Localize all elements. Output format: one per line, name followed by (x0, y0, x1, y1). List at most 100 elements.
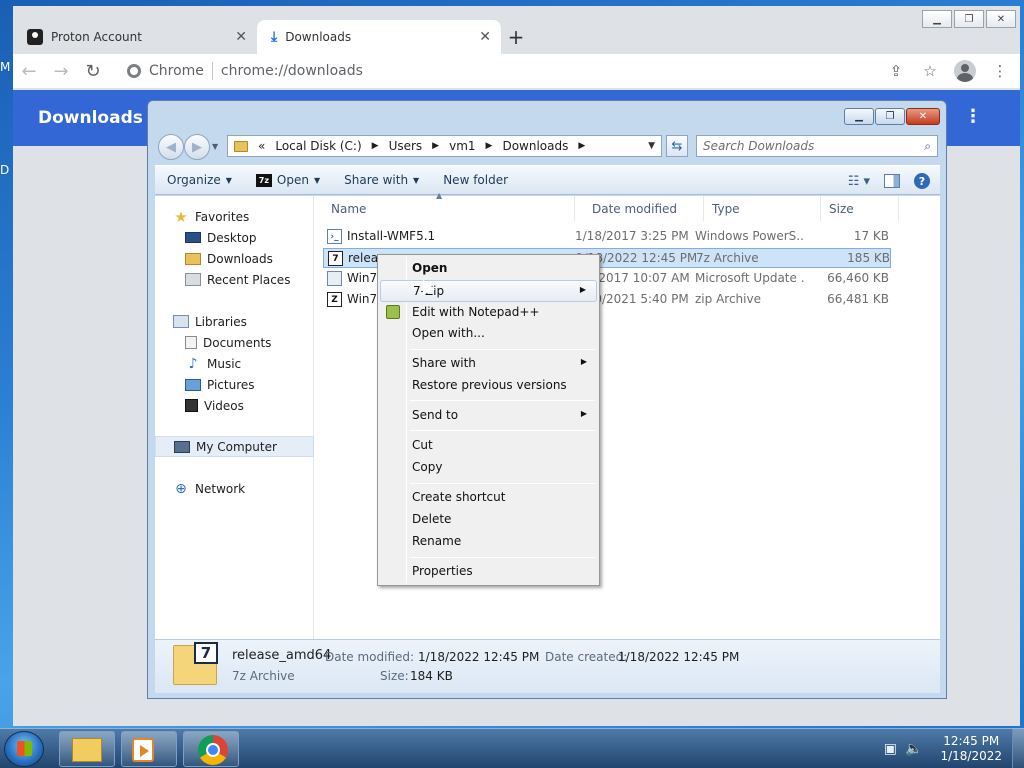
breadcrumb-users[interactable]: Users (389, 139, 423, 153)
nav-network[interactable]: ⊕ Network (155, 478, 314, 499)
taskbar-media-player-button[interactable] (121, 731, 177, 767)
taskbar: ▣ 🔈 12:45 PM 1/18/2022 (0, 728, 1024, 768)
nav-my-computer[interactable]: My Computer (155, 436, 314, 457)
overflow-chevron[interactable]: « (258, 139, 265, 153)
forward-button[interactable]: → (45, 57, 77, 85)
breadcrumb-downloads[interactable]: Downloads (502, 139, 568, 153)
show-desktop-button[interactable] (1012, 729, 1024, 768)
file-type: Microsoft Update ... (695, 271, 805, 285)
search-icon[interactable]: ⌕ (924, 139, 931, 154)
breadcrumb-local-disk[interactable]: Local Disk (C:) (275, 139, 361, 153)
menu-item-share-with[interactable]: Share with ▶ (380, 353, 597, 375)
menu-item-edit-notepad-plus-plus[interactable]: Edit with Notepad++ (380, 302, 597, 324)
chevron-down-icon: ▼ (413, 175, 420, 185)
new-folder-button[interactable]: New folder (431, 173, 520, 187)
menu-label: Copy (412, 460, 443, 474)
bookmark-star-icon[interactable]: ☆ (920, 61, 940, 81)
new-tab-button[interactable]: + (501, 20, 531, 54)
column-header-date[interactable]: Date modified (584, 196, 704, 221)
column-header-type[interactable]: Type (704, 196, 821, 221)
clock-time: 12:45 PM (943, 734, 1000, 748)
nav-downloads[interactable]: Downloads (155, 248, 314, 269)
profile-icon[interactable] (954, 60, 976, 82)
breadcrumb-arrow-icon[interactable]: ▶ (432, 141, 439, 151)
tab-downloads[interactable]: ⤓ Downloads ✕ (257, 20, 501, 54)
nav-pictures[interactable]: Pictures (155, 374, 314, 395)
file-row[interactable]: ›_ Install-WMF5.1 1/18/2017 3:25 PM Wind… (323, 227, 891, 247)
share-icon[interactable]: ⇪ (886, 61, 906, 81)
nav-music[interactable]: ♪ Music (155, 353, 314, 374)
videos-icon (185, 399, 198, 412)
site-label: Chrome (149, 63, 204, 79)
volume-icon[interactable]: 🔈 (905, 741, 922, 757)
preview-pane-icon[interactable] (884, 174, 900, 188)
breadcrumb-arrow-icon[interactable]: ▶ (486, 141, 493, 151)
nav-recent-places[interactable]: Recent Places (155, 269, 314, 290)
menu-item-open-with[interactable]: Open with... (380, 323, 597, 345)
close-button[interactable]: ✕ (906, 108, 940, 125)
menu-item-7zip[interactable]: 7-Zip ▶ (380, 280, 597, 302)
nav-favorites[interactable]: ★ Favorites (155, 206, 314, 227)
detail-modified-label: Date modified: (325, 650, 415, 664)
taskbar-chrome-button[interactable] (183, 731, 239, 767)
nav-desktop[interactable]: Desktop (155, 227, 314, 248)
system-tray: ▣ 🔈 12:45 PM 1/18/2022 (884, 729, 1024, 768)
column-header-size[interactable]: Size (821, 196, 899, 221)
minimize-button[interactable]: ▁ (844, 108, 874, 125)
taskbar-explorer-button[interactable] (59, 731, 115, 767)
maximize-button[interactable]: ❐ (954, 10, 984, 28)
nav-label: Recent Places (207, 272, 291, 287)
menu-icon[interactable]: ⋮ (990, 61, 1010, 81)
menu-item-send-to[interactable]: Send to ▶ (380, 405, 597, 427)
breadcrumb-vm1[interactable]: vm1 (449, 139, 475, 153)
submenu-arrow-icon: ▶ (580, 357, 587, 366)
menu-item-properties[interactable]: Properties (380, 561, 597, 583)
desktop-label-fragment: D (0, 163, 10, 177)
nav-label: Network (195, 481, 246, 496)
menu-item-copy[interactable]: Copy (380, 457, 597, 479)
nav-videos[interactable]: Videos (155, 395, 314, 416)
back-button[interactable]: ← (13, 57, 45, 85)
tab-close-icon[interactable]: ✕ (235, 29, 247, 45)
network-status-icon[interactable]: ▣ (884, 741, 897, 757)
organize-button[interactable]: Organize ▼ (155, 173, 244, 187)
breadcrumb-arrow-icon[interactable]: ▶ (578, 141, 585, 151)
menu-separator (410, 400, 595, 401)
help-icon[interactable]: ? (914, 173, 930, 189)
downloads-menu-icon[interactable]: ⋮ (964, 106, 982, 127)
tab-proton-account[interactable]: Proton Account ✕ (13, 20, 257, 54)
refresh-button[interactable]: ⇆ (666, 135, 688, 157)
menu-item-open[interactable]: Open (380, 258, 597, 280)
share-with-button[interactable]: Share with ▼ (332, 173, 431, 187)
menu-item-cut[interactable]: Cut (380, 435, 597, 457)
search-input[interactable]: Search Downloads ⌕ (696, 135, 938, 157)
nav-libraries[interactable]: Libraries (155, 311, 314, 332)
recent-pages-dropdown[interactable]: ▼ (212, 134, 218, 160)
detail-created-label: Date created: (545, 650, 628, 664)
menu-item-rename[interactable]: Rename (380, 531, 597, 553)
menu-item-restore-previous-versions[interactable]: Restore previous versions (380, 375, 597, 397)
menu-item-create-shortcut[interactable]: Create shortcut (380, 487, 597, 509)
change-view-icon[interactable]: ☷ ▾ (848, 174, 870, 189)
menu-label: Share with (412, 356, 476, 370)
nav-documents[interactable]: Documents (155, 332, 314, 353)
menu-item-delete[interactable]: Delete (380, 509, 597, 531)
forward-button[interactable]: ▶ (184, 134, 210, 160)
maximize-button[interactable]: ❐ (875, 108, 905, 125)
nav-label: Favorites (195, 209, 250, 224)
organize-label: Organize (167, 173, 221, 187)
zip-archive-icon: Z (327, 292, 342, 307)
address-bar[interactable]: Chrome chrome://downloads (115, 57, 875, 85)
minimize-button[interactable]: ▁ (922, 10, 952, 28)
address-bar[interactable]: « Local Disk (C:) ▶ Users ▶ vm1 ▶ Downlo… (227, 135, 662, 157)
start-button[interactable] (4, 731, 44, 767)
reload-button[interactable]: ↻ (77, 57, 109, 85)
address-dropdown-icon[interactable]: ▼ (648, 141, 655, 151)
open-button[interactable]: 7z Open ▼ (244, 173, 332, 187)
clock[interactable]: 12:45 PM 1/18/2022 (940, 734, 1002, 764)
column-header-name[interactable]: Name (323, 196, 575, 221)
back-button[interactable]: ◀ (158, 134, 184, 160)
close-button[interactable]: ✕ (986, 10, 1016, 28)
breadcrumb-arrow-icon[interactable]: ▶ (372, 141, 379, 151)
tab-close-icon[interactable]: ✕ (479, 29, 491, 45)
